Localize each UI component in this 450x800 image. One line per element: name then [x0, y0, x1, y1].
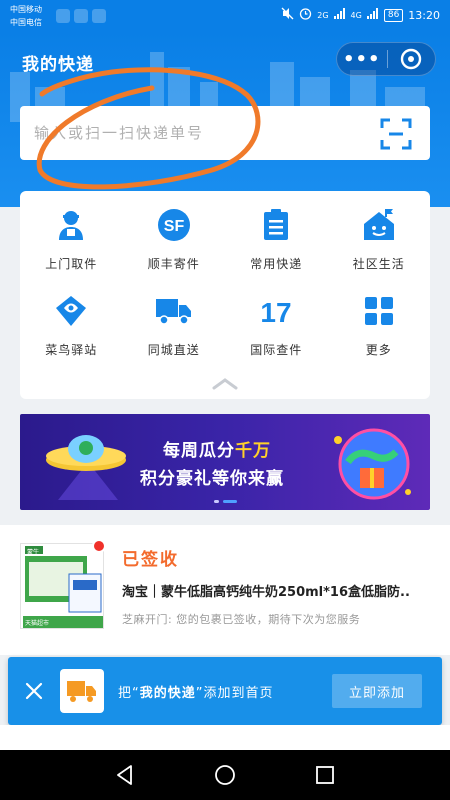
product-thumbnail: 蒙牛 天猫超市	[20, 543, 104, 629]
service-label: 菜鸟驿站	[45, 343, 98, 357]
more-options-button[interactable]: •••	[337, 42, 387, 76]
close-miniapp-button[interactable]	[387, 42, 435, 76]
battery-indicator: 86	[383, 8, 404, 22]
cainiao-bird-icon	[53, 293, 89, 329]
shield-icon	[92, 9, 106, 23]
signal-icon	[333, 8, 346, 22]
notification-icons	[56, 9, 106, 23]
page-title: 我的快递	[22, 55, 94, 75]
content-behind-bar	[0, 725, 450, 750]
delivery-truck-icon	[155, 293, 192, 329]
clipboard-list-icon	[258, 207, 294, 243]
courier-person-icon	[53, 207, 89, 243]
service-label: 国际查件	[250, 343, 303, 357]
package-status: 已签收	[122, 550, 179, 570]
clock: 13:20	[408, 8, 440, 22]
header: 我的快递 •••	[0, 32, 450, 207]
gallery-icon	[56, 9, 70, 23]
home-icon[interactable]	[213, 763, 237, 787]
dismiss-close-icon[interactable]	[22, 679, 46, 703]
service-more[interactable]: 更多	[328, 293, 431, 379]
milk-box-image	[23, 546, 103, 628]
service-station[interactable]: 菜鸟驿站	[20, 293, 123, 379]
service-label: 更多	[365, 343, 392, 357]
sf-express-icon: SF	[156, 207, 192, 243]
recents-icon[interactable]	[313, 763, 337, 787]
miniapp-capsule: •••	[336, 42, 436, 76]
service-label: 常用快递	[250, 257, 303, 271]
collapse-chevron-icon[interactable]	[212, 376, 238, 390]
tiktok-icon	[74, 9, 88, 23]
add-to-home-text: 把“我的快递”添加到首页	[118, 682, 274, 701]
service-label: 社区生活	[352, 257, 405, 271]
service-pickup[interactable]: 上门取件	[20, 207, 123, 293]
banner-pagination	[214, 500, 237, 503]
tracking-number-input[interactable]	[34, 106, 364, 160]
status-bar: 中国移动 中国电信 2G 4G 86 13:20	[0, 0, 450, 32]
scan-icon[interactable]	[380, 118, 412, 150]
promo-banner[interactable]: 每周瓜分千万 积分豪礼等你来赢	[20, 414, 430, 510]
services-panel: 上门取件 SF 顺丰寄件 常用快递 社区生活 菜鸟驿站 同城直送 17 国际查件…	[20, 191, 430, 399]
service-label: 同城直送	[147, 343, 200, 357]
svg-text:SF: SF	[164, 218, 185, 235]
close-circle-icon	[401, 48, 422, 70]
banner-subline: 积分豪礼等你来赢	[140, 469, 284, 489]
service-label: 顺丰寄件	[147, 257, 200, 271]
add-now-button[interactable]: 立即添加	[332, 674, 422, 708]
signal-icon-2	[366, 8, 379, 22]
thumb-store-label: 天猫超市	[25, 620, 50, 627]
system-status: 2G 4G 86 13:20	[281, 7, 440, 23]
app-icon	[60, 669, 104, 713]
unread-badge	[92, 539, 106, 553]
navigation-bar	[0, 750, 450, 800]
grid-more-icon	[361, 293, 397, 329]
banner-dot-active	[223, 500, 237, 503]
service-sf[interactable]: SF 顺丰寄件	[123, 207, 226, 293]
add-text-suffix: ”添加到首页	[195, 686, 274, 701]
add-to-home-bar: 把“我的快递”添加到首页 立即添加	[8, 657, 442, 725]
carrier-info: 中国移动 中国电信	[10, 3, 42, 29]
international-17-icon: 17	[258, 293, 294, 329]
service-label: 上门取件	[45, 257, 98, 271]
carrier-2: 中国电信	[10, 18, 42, 27]
svg-text:17: 17	[261, 297, 292, 325]
service-common[interactable]: 常用快递	[225, 207, 328, 293]
package-title: 淘宝｜蒙牛低脂高钙纯牛奶250ml*16盒低脂防..	[122, 585, 410, 600]
service-community[interactable]: 社区生活	[328, 207, 431, 293]
house-flag-icon	[361, 207, 397, 243]
service-same-city[interactable]: 同城直送	[123, 293, 226, 379]
network-4g: 4G	[350, 10, 362, 20]
gift-planet-illustration	[334, 428, 411, 500]
truck-app-icon	[67, 681, 96, 702]
package-card[interactable]: 蒙牛 天猫超市 已签收 淘宝｜蒙牛低脂高钙纯牛奶250ml*16盒低脂防.. 芝…	[0, 525, 450, 655]
package-message: 芝麻开门: 您的包裹已签收，期待下次为您服务	[122, 613, 361, 626]
banner-highlight: 千万	[235, 441, 271, 461]
alarm-icon	[299, 7, 312, 23]
carrier-1: 中国移动	[10, 5, 42, 14]
back-icon[interactable]	[113, 763, 137, 787]
banner-dot	[214, 500, 219, 503]
ufo-illustration	[46, 435, 126, 500]
mute-icon	[281, 7, 294, 23]
banner-headline-prefix: 每周瓜分	[163, 441, 235, 461]
add-text-prefix: 把“	[118, 686, 140, 701]
banner-headline: 每周瓜分千万	[163, 436, 271, 461]
network-2g: 2G	[317, 10, 329, 20]
search-box	[20, 106, 430, 160]
add-text-app-name: 我的快递	[139, 686, 196, 701]
service-international[interactable]: 17 国际查件	[225, 293, 328, 379]
thumb-brand-label: 蒙牛	[27, 549, 40, 556]
